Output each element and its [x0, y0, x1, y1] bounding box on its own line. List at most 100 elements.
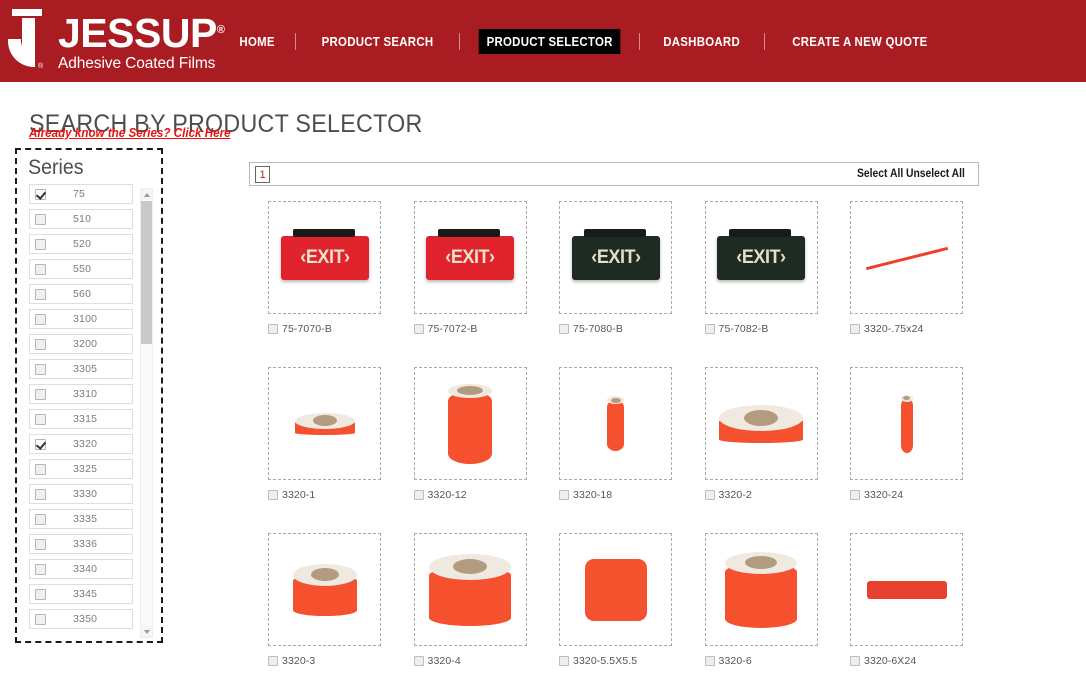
series-row-3350[interactable]: 3350 — [29, 609, 133, 629]
product-thumbnail[interactable] — [850, 533, 963, 646]
product-thumbnail[interactable] — [413, 533, 527, 646]
product-card[interactable]: 3320-4 — [413, 533, 560, 668]
series-checkbox-510[interactable] — [35, 213, 46, 225]
series-checkbox-3305[interactable] — [35, 363, 46, 375]
product-thumbnail[interactable] — [559, 533, 672, 646]
series-row-3345[interactable]: 3345 — [29, 584, 133, 604]
product-checkbox[interactable] — [850, 656, 860, 666]
product-card[interactable]: 3320-12 — [413, 367, 560, 502]
series-checkbox-3315[interactable] — [35, 413, 46, 425]
scroll-down-arrow-icon[interactable] — [141, 626, 152, 637]
product-thumbnail[interactable]: ‹EXIT› — [268, 201, 381, 314]
series-checkbox-3200[interactable] — [35, 338, 46, 350]
series-row-3315[interactable]: 3315 — [29, 409, 133, 429]
product-thumbnail[interactable] — [704, 367, 818, 480]
unselect-all-link[interactable]: Unselect All — [906, 168, 965, 180]
product-thumbnail[interactable] — [850, 367, 963, 480]
product-checkbox[interactable] — [268, 324, 278, 334]
select-all-link[interactable]: Select All — [857, 168, 903, 180]
product-card[interactable]: 3320-6 — [704, 533, 851, 668]
series-checkbox-520[interactable] — [35, 238, 46, 250]
product-card[interactable]: ‹EXIT› 75-7070-B — [268, 201, 414, 336]
product-card[interactable]: 3320-2 — [704, 367, 851, 502]
series-row-3200[interactable]: 3200 — [29, 334, 133, 354]
series-checkbox-3345[interactable] — [35, 588, 46, 600]
series-label: 3200 — [73, 338, 98, 350]
product-checkbox[interactable] — [704, 490, 715, 500]
product-thumbnail[interactable] — [268, 367, 381, 480]
scroll-up-arrow-icon[interactable] — [141, 189, 152, 200]
series-checkbox-3336[interactable] — [35, 538, 46, 550]
product-thumbnail[interactable] — [559, 367, 672, 480]
series-checkbox-75[interactable] — [35, 188, 46, 200]
series-checkbox-3330[interactable] — [35, 488, 46, 500]
series-checkbox-3320[interactable] — [35, 438, 46, 450]
product-card[interactable]: 3320-3 — [268, 533, 414, 668]
product-thumbnail[interactable] — [850, 201, 963, 314]
product-card[interactable]: 3320-18 — [559, 367, 705, 502]
nav-item-create-new-quote[interactable]: CREATE A NEW QUOTE — [784, 29, 935, 54]
series-row-3310[interactable]: 3310 — [29, 384, 133, 404]
series-row-560[interactable]: 560 — [29, 284, 133, 304]
product-checkbox[interactable] — [559, 324, 569, 334]
product-checkbox[interactable] — [850, 490, 860, 500]
series-row-3340[interactable]: 3340 — [29, 559, 133, 579]
brand-logo[interactable]: ® JESSUP® Adhesive Coated Films — [0, 0, 225, 82]
series-checkbox-560[interactable] — [35, 288, 46, 300]
product-thumbnail[interactable]: ‹EXIT› — [559, 201, 672, 314]
product-card[interactable]: 3320-5.5X5.5 — [559, 533, 705, 668]
product-card[interactable]: 3320-24 — [850, 367, 996, 502]
product-card[interactable]: ‹EXIT› 75-7080-B — [559, 201, 705, 336]
diagonal-strip-image — [867, 238, 947, 278]
series-row-550[interactable]: 550 — [29, 259, 133, 279]
series-checkbox-3350[interactable] — [35, 613, 46, 625]
series-row-510[interactable]: 510 — [29, 209, 133, 229]
series-row-75[interactable]: 75 — [29, 184, 133, 204]
product-thumbnail[interactable] — [413, 367, 527, 480]
nav-item-home[interactable]: HOME — [231, 29, 282, 54]
series-checkbox-3325[interactable] — [35, 463, 46, 475]
product-label: 3320-6X24 — [864, 655, 917, 667]
series-row-3100[interactable]: 3100 — [29, 309, 133, 329]
product-checkbox[interactable] — [413, 324, 424, 334]
series-row-520[interactable]: 520 — [29, 234, 133, 254]
product-card[interactable]: ‹EXIT› 75-7072-B — [413, 201, 560, 336]
already-know-series-link[interactable]: Already know the Series? Click Here — [29, 126, 231, 140]
product-card[interactable]: 3320-.75x24 — [850, 201, 996, 336]
product-label: 3320-.75x24 — [864, 323, 924, 335]
product-thumbnail[interactable]: ‹EXIT› — [704, 201, 818, 314]
product-checkbox[interactable] — [413, 490, 424, 500]
exit-sign-text: ‹EXIT› — [590, 247, 641, 268]
product-checkbox[interactable] — [268, 490, 278, 500]
nav-item-dashboard[interactable]: DASHBOARD — [656, 29, 749, 54]
product-checkbox[interactable] — [559, 656, 569, 666]
product-thumbnail[interactable] — [704, 533, 818, 646]
product-card[interactable]: ‹EXIT› 75-7082-B — [704, 201, 851, 336]
page-number-indicator[interactable]: 1 — [255, 166, 270, 183]
product-checkbox[interactable] — [704, 656, 715, 666]
series-row-3325[interactable]: 3325 — [29, 459, 133, 479]
series-checkbox-550[interactable] — [35, 263, 46, 275]
product-checkbox[interactable] — [850, 324, 860, 334]
series-row-3305[interactable]: 3305 — [29, 359, 133, 379]
product-card[interactable]: 3320-6X24 — [850, 533, 996, 668]
series-checkbox-3100[interactable] — [35, 313, 46, 325]
series-row-3335[interactable]: 3335 — [29, 509, 133, 529]
series-checkbox-3340[interactable] — [35, 563, 46, 575]
product-checkbox[interactable] — [704, 324, 715, 334]
series-checkbox-3335[interactable] — [35, 513, 46, 525]
series-scrollbar[interactable] — [140, 188, 153, 638]
product-checkbox[interactable] — [559, 490, 569, 500]
product-checkbox[interactable] — [268, 656, 278, 666]
series-checkbox-3310[interactable] — [35, 388, 46, 400]
series-row-3336[interactable]: 3336 — [29, 534, 133, 554]
product-card[interactable]: 3320-1 — [268, 367, 414, 502]
scrollbar-thumb[interactable] — [141, 201, 152, 344]
product-thumbnail[interactable] — [268, 533, 381, 646]
series-row-3320[interactable]: 3320 — [29, 434, 133, 454]
product-checkbox[interactable] — [413, 656, 424, 666]
nav-item-product-selector[interactable]: PRODUCT SELECTOR — [478, 28, 621, 54]
series-row-3330[interactable]: 3330 — [29, 484, 133, 504]
product-thumbnail[interactable]: ‹EXIT› — [413, 201, 527, 314]
nav-item-product-search[interactable]: PRODUCT SEARCH — [314, 29, 442, 54]
